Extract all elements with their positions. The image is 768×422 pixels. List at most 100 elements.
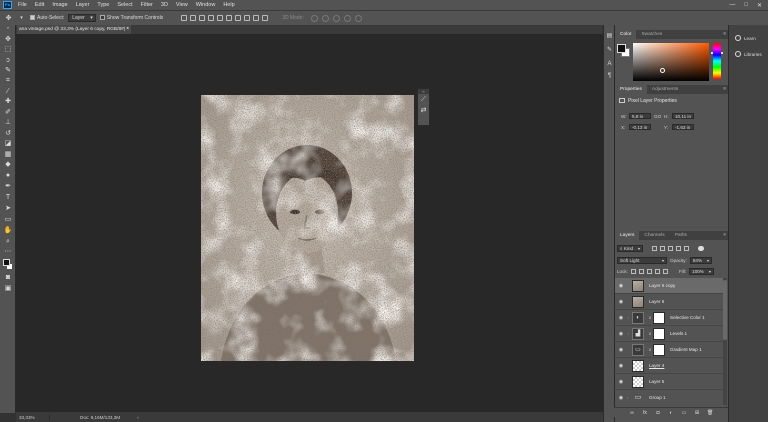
status-menu-arrow[interactable]: › [137,415,139,420]
menu-select[interactable]: Select [113,2,136,8]
distribute-icon[interactable] [235,15,242,21]
drag-icon[interactable] [332,14,340,22]
filter-type-icon[interactable] [668,246,674,251]
layer-row-levels-1[interactable]: ◉ ↓ ▟ 8 Levels 1 [615,326,723,342]
blur-tool-icon[interactable]: ◆ [3,160,13,169]
collapse-toolbar-icon[interactable]: « [3,25,13,31]
brush-tool-icon[interactable]: ✐ [3,108,13,117]
link-layers-icon[interactable]: ∞ [629,410,635,416]
close-tab-icon[interactable]: × [126,25,129,34]
color-picker-field[interactable] [633,43,709,81]
align-top-icon[interactable] [181,15,188,21]
layer-mask-thumbnail[interactable] [653,327,665,340]
menu-image[interactable]: Image [48,2,71,8]
layer-row-gradient-map-1[interactable]: ◉ ▭ 8 Gradient Map 1 [615,342,723,358]
orbit-icon[interactable] [310,14,318,22]
history-brush-tool-icon[interactable]: ↺ [3,129,13,138]
color-picker-handle[interactable] [660,68,665,73]
visibility-eye-icon[interactable]: ◉ [615,299,627,305]
filter-smart-object-icon[interactable] [684,246,690,251]
brush-settings-icon[interactable]: ⟋ [418,94,429,105]
menu-3d[interactable]: 3D [157,2,172,8]
transform-controls-checkbox[interactable] [99,15,105,21]
menu-edit[interactable]: Edit [31,2,48,8]
more-tools-icon[interactable]: ⋯ [3,247,13,256]
align-hcenter-icon[interactable] [217,15,224,21]
filter-adjustment-icon[interactable] [660,246,666,251]
new-group-icon[interactable]: ▭ [681,410,687,416]
layer-kind-filter[interactable]: ⌕ Kind [617,245,644,252]
lasso-tool-icon[interactable]: ↄ [3,56,13,65]
healing-brush-tool-icon[interactable]: ✚ [3,97,13,106]
history-icon[interactable]: ▤ [606,33,613,40]
foreground-color-swatch[interactable] [3,259,10,266]
layer-filter-toggle[interactable] [698,246,705,251]
transform-controls-option[interactable]: Show Transform Controls [99,15,163,21]
lock-artboard-icon[interactable] [654,269,660,274]
layers-scrollbar[interactable] [723,278,727,405]
layer-row-layer-4[interactable]: ◉ Layer 4 [615,358,723,374]
adjustment-layer-icon[interactable]: ◐ [668,410,674,416]
visibility-eye-icon[interactable]: ◉ [615,315,627,321]
visibility-eye-icon[interactable]: ◉ [615,395,627,401]
tab-swatches[interactable]: Swatches [636,30,667,39]
close-icon[interactable]: ✕ [757,2,762,9]
scrollbar-thumb[interactable] [723,280,727,340]
slide-icon[interactable] [343,14,351,22]
eraser-tool-icon[interactable]: ◪ [3,139,13,148]
path-select-tool-icon[interactable]: ➤ [3,204,13,213]
link-dimensions-icon[interactable]: GO [654,114,661,119]
lock-all-icon[interactable] [662,269,668,274]
move-tool-icon[interactable]: ✥ [3,35,13,44]
zoom-tool-icon[interactable]: ⌕ [3,237,13,246]
menu-file[interactable]: File [14,2,31,8]
visibility-eye-icon[interactable]: ◉ [615,363,627,369]
opacity-field[interactable]: 84% [689,257,713,264]
eyedropper-tool-icon[interactable]: ⁄ [3,87,13,96]
lock-pixels-icon[interactable] [638,269,644,274]
visibility-eye-icon[interactable]: ◉ [615,347,627,353]
lock-transparency-icon[interactable] [630,269,636,274]
tab-adjustments[interactable]: Adjustments [647,85,683,94]
delete-layer-icon[interactable]: 🗑 [707,410,713,416]
maximize-icon[interactable]: □ [744,2,748,9]
auto-select-checkbox[interactable] [30,15,35,21]
align-bottom-icon[interactable] [199,15,206,21]
layer-row-selective-color-1[interactable]: ◉ ↓ ◐ 8 Selective Color 1 [615,310,723,326]
new-layer-icon[interactable]: ⊞ [694,410,700,416]
hue-slider-handle[interactable] [711,52,723,54]
distribute-v-icon[interactable] [244,15,251,21]
scale-icon[interactable] [354,14,362,22]
quick-select-tool-icon[interactable]: ✎ [3,66,13,75]
height-field[interactable]: 10,11 in [672,113,694,119]
blend-mode-select[interactable]: Soft Light [617,257,667,264]
foreground-color-swatch[interactable] [617,44,626,53]
menu-filter[interactable]: Filter [137,2,157,8]
align-vcenter-icon[interactable] [190,15,197,21]
lock-position-icon[interactable] [646,269,652,274]
type-tool-icon[interactable]: T [3,193,13,202]
filter-pixel-icon[interactable] [652,246,658,251]
tab-layers[interactable]: Layers [615,231,640,240]
x-field[interactable]: -0,13 in [629,124,651,130]
auto-select-dropdown[interactable]: Layer [68,14,96,22]
gradient-tool-icon[interactable]: ▦ [3,150,13,159]
character-icon[interactable]: A [606,61,613,68]
layer-style-icon[interactable]: fx [642,410,648,416]
libraries-panel-button[interactable]: Libraries [735,51,762,57]
marquee-tool-icon[interactable]: ⬚ [3,45,13,54]
paragraph-icon[interactable]: ¶ [606,73,613,80]
fill-field[interactable]: 100% [689,268,714,275]
document-canvas-image[interactable] [201,95,414,361]
document-tab[interactable]: ana vintage.psd @ 33,3% (Layer 6 copy, R… [17,25,131,34]
pen-tool-icon[interactable]: ✒ [3,182,13,191]
navigator-icon[interactable]: ✎ [606,47,613,54]
quick-mask-icon[interactable]: ◙ [3,273,13,282]
auto-select-option[interactable]: Auto-Select: [30,15,64,21]
layer-row-layer-5[interactable]: ◉ Layer 5 [615,374,723,390]
learn-panel-button[interactable]: Learn [735,35,756,41]
filter-shape-icon[interactable] [676,246,682,251]
menu-window[interactable]: Window [192,2,220,8]
adjust-sliders-icon[interactable]: ⇄ [418,105,429,116]
tab-paths[interactable]: Paths [670,231,692,240]
